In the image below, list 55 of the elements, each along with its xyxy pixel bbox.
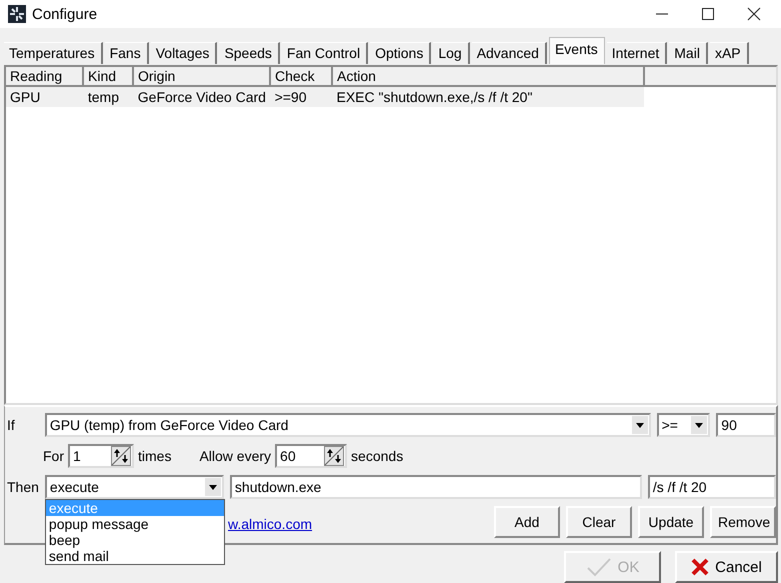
table-cell-text: GPU	[9, 89, 42, 105]
table-cell-text: EXEC "shutdown.exe,/s /f /t 20"	[335, 89, 534, 105]
website-link[interactable]: w.almico.com	[228, 516, 312, 538]
tab[interactable]: Speeds	[219, 42, 280, 64]
arguments-field[interactable]: /s /f /t 20	[648, 475, 776, 499]
cross-icon	[691, 558, 710, 576]
column-header[interactable]: Origin	[134, 67, 271, 87]
spin-icon[interactable]	[111, 446, 131, 466]
tab[interactable]: Fan Control	[282, 42, 368, 64]
column-header[interactable]: Check	[271, 67, 333, 87]
times-label: times	[138, 448, 172, 464]
tab[interactable]: Events	[548, 37, 605, 64]
seconds-label: seconds	[351, 448, 404, 464]
threshold-field[interactable]: 90	[716, 413, 776, 437]
tab[interactable]: Temperatures	[4, 42, 103, 64]
count-spin-field[interactable]: 1	[68, 444, 134, 468]
tab[interactable]: Advanced	[472, 42, 547, 64]
source-combo[interactable]: GPU (temp) from GeForce Video Card	[44, 413, 651, 437]
command-field[interactable]: shutdown.exe	[230, 475, 642, 499]
window-title: Configure	[32, 6, 98, 22]
column-header[interactable]: Reading	[6, 67, 84, 87]
action-button[interactable]: Remove	[710, 506, 776, 538]
fan-icon	[8, 5, 26, 23]
cancel-button[interactable]: Cancel	[675, 551, 778, 583]
tab[interactable]: Voltages	[150, 42, 218, 64]
table-cell-text: GeForce Video Card	[136, 89, 267, 105]
then-label: Then	[7, 479, 39, 495]
action-button[interactable]: Clear	[566, 506, 632, 538]
action-button[interactable]: Add	[494, 506, 560, 538]
action-button[interactable]: Update	[638, 506, 704, 538]
column-header[interactable]: Kind	[84, 67, 134, 87]
tab[interactable]: Internet	[606, 42, 668, 64]
tab[interactable]: Fans	[104, 42, 149, 64]
dropdown-option[interactable]: beep	[46, 532, 224, 548]
tab[interactable]: Mail	[669, 42, 708, 64]
dropdown-option[interactable]: send mail	[46, 548, 224, 564]
close-icon[interactable]	[747, 7, 761, 21]
table-cell-text: temp	[86, 89, 120, 105]
maximize-icon[interactable]	[701, 7, 715, 21]
dropdown-option[interactable]: popup message	[46, 516, 224, 532]
column-header[interactable]: Action	[333, 67, 645, 87]
tab[interactable]: Log	[433, 42, 470, 64]
check-icon	[586, 557, 612, 577]
tab[interactable]: Options	[370, 42, 432, 64]
table-cell-text: >=90	[274, 89, 308, 105]
table-row[interactable]: GPU temp GeForce Video Card >=90 EXEC "shutdown.exe,/s /f /t 20"	[6, 87, 644, 107]
for-label: For	[43, 448, 64, 464]
operator-combo[interactable]: >=	[656, 413, 710, 437]
interval-spin-field[interactable]: 60	[275, 444, 348, 468]
if-label: If	[7, 417, 16, 433]
spin-icon[interactable]	[324, 446, 344, 466]
action-combo[interactable]: execute	[44, 475, 224, 499]
tab[interactable]: xAP	[710, 42, 749, 64]
allow-every-label: Allow every	[199, 448, 272, 464]
column-header[interactable]	[645, 67, 776, 87]
